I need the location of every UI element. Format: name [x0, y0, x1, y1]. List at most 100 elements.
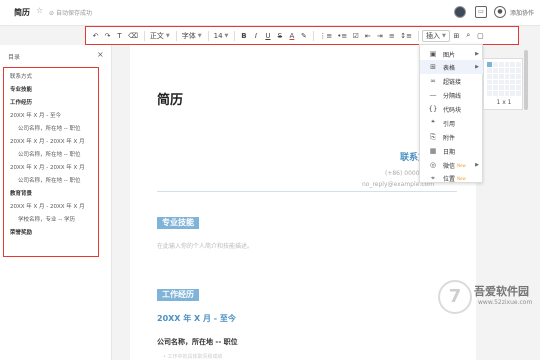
grid-cell[interactable] — [487, 85, 492, 91]
menu-item-code[interactable]: {} 代码块 — [420, 102, 484, 116]
work-company[interactable]: 公司名称，所在地 -- 职位 — [157, 337, 238, 347]
grid-cell[interactable] — [504, 79, 510, 85]
clear-format-icon[interactable]: ⌫ — [126, 29, 140, 42]
grid-cell[interactable] — [492, 91, 498, 96]
outline-item[interactable]: 20XX 年 X 月 - 20XX 年 X 月 — [10, 202, 85, 210]
grid-cell[interactable] — [498, 67, 504, 73]
document-title[interactable]: 简历 — [14, 7, 30, 18]
menu-item-link[interactable]: ∞ 超链接 — [420, 74, 484, 88]
grid-cell[interactable] — [498, 73, 504, 79]
comment-add-icon[interactable]: ▢ — [475, 29, 486, 42]
strikethrough-icon[interactable]: S — [274, 29, 285, 42]
menu-item-location[interactable]: ⌖ 位置 New — [420, 171, 484, 185]
embed-icon[interactable]: ⊞ — [451, 29, 462, 42]
grid-cell[interactable] — [516, 79, 521, 85]
grid-cell[interactable] — [504, 67, 510, 73]
font-family-select[interactable]: 字体 ▼ — [180, 29, 204, 42]
outline-item[interactable]: 教育背景 — [10, 189, 32, 197]
outline-item[interactable]: 20XX 年 X 月 - 20XX 年 X 月 — [10, 137, 85, 145]
grid-cell[interactable] — [498, 85, 504, 91]
comment-icon[interactable]: ▭ — [475, 6, 487, 18]
menu-item-wechat[interactable]: ◎ 微信 New ▶ — [420, 158, 484, 172]
bullet-list-icon[interactable]: •≡ — [335, 29, 349, 42]
menu-item-attachment[interactable]: ⎘ 附件 — [420, 130, 484, 144]
menu-item-quote[interactable]: ❝ 引用 — [420, 116, 484, 130]
outline-item[interactable]: 公司名称，所在地 -- 职位 — [18, 176, 80, 184]
outline-item[interactable]: 20XX 年 X 月 - 至今 — [10, 111, 61, 119]
grid-cell[interactable] — [516, 67, 521, 73]
bold-icon[interactable]: B — [238, 29, 249, 42]
grid-cell[interactable] — [492, 79, 498, 85]
undo-icon[interactable]: ↶ — [90, 29, 101, 42]
outline-item[interactable]: 荣誉奖励 — [10, 228, 32, 236]
grid-cell[interactable] — [504, 85, 510, 91]
skills-placeholder[interactable]: 在此输入你的个人简介和技能描述。 — [157, 241, 253, 250]
section-heading-skills[interactable]: 专业技能 — [157, 217, 199, 229]
line-height-icon[interactable]: ↕≡ — [398, 29, 414, 42]
font-size-select[interactable]: 14 ▼ — [212, 29, 231, 42]
grid-cell[interactable] — [516, 62, 521, 67]
checklist-icon[interactable]: ☑ — [350, 29, 361, 42]
menu-item-divider[interactable]: — 分隔线 — [420, 88, 484, 102]
grid-cell[interactable] — [492, 73, 498, 79]
find-icon[interactable]: ⌕ — [463, 29, 474, 42]
grid-cell[interactable] — [487, 79, 492, 85]
outline-title: 目录 — [8, 54, 21, 61]
grid-cell[interactable] — [510, 62, 516, 67]
insert-button[interactable]: 插入 ▼ — [422, 29, 450, 42]
underline-icon[interactable]: U — [262, 29, 273, 42]
highlight-icon[interactable]: ✎ — [298, 29, 309, 42]
outline-item[interactable]: 公司名称，所在地 -- 职位 — [18, 124, 80, 132]
grid-cell[interactable] — [487, 73, 492, 79]
grid-cell[interactable] — [510, 79, 516, 85]
indent-icon[interactable]: ⇥ — [374, 29, 385, 42]
grid-cell[interactable] — [492, 85, 498, 91]
menu-item-date[interactable]: ▦ 日期 — [420, 144, 484, 158]
grid-cell[interactable] — [487, 62, 492, 67]
grid-cell[interactable] — [492, 67, 498, 73]
grid-cell[interactable] — [510, 91, 516, 96]
grid-cell[interactable] — [498, 79, 504, 85]
outline-item[interactable]: 20XX 年 X 月 - 20XX 年 X 月 — [10, 163, 85, 171]
align-icon[interactable]: ≡ — [386, 29, 397, 42]
document-heading[interactable]: 简历 — [157, 89, 183, 108]
avatar[interactable] — [454, 6, 466, 18]
outline-item[interactable]: 工作经历 — [10, 98, 32, 106]
outline-item[interactable]: 联系方式 — [10, 72, 32, 80]
scrollbar[interactable] — [524, 50, 528, 110]
redo-icon[interactable]: ↷ — [102, 29, 113, 42]
work-detail[interactable]: • 工作中的具体职责和成绩 — [163, 353, 223, 360]
grid-cell[interactable] — [498, 62, 504, 67]
grid-cell[interactable] — [492, 62, 498, 67]
format-painter-icon[interactable]: T — [114, 29, 125, 42]
menu-item-table[interactable]: ⊞ 表格 ▶ — [420, 60, 484, 74]
outline-item[interactable]: 公司名称，所在地 -- 职位 — [18, 150, 80, 158]
close-icon[interactable]: × — [97, 50, 104, 59]
grid-cell[interactable] — [510, 85, 516, 91]
grid-cell[interactable] — [516, 91, 521, 96]
outdent-icon[interactable]: ⇤ — [362, 29, 373, 42]
section-heading-work[interactable]: 工作经历 — [157, 289, 199, 301]
outline-item[interactable]: 专业技能 — [10, 85, 32, 93]
grid-cell[interactable] — [510, 73, 516, 79]
grid-cell[interactable] — [498, 91, 504, 96]
ordered-list-icon[interactable]: ⋮≡ — [317, 29, 334, 42]
grid-cell[interactable] — [516, 85, 521, 91]
grid-cell[interactable] — [487, 67, 492, 73]
grid-cell[interactable] — [487, 91, 492, 96]
font-color-icon[interactable]: A — [286, 29, 297, 42]
paragraph-style-select[interactable]: 正文 ▼ — [148, 29, 172, 42]
add-collaborator-button[interactable]: 添加协作 — [510, 8, 534, 17]
settings-icon[interactable]: ● — [494, 6, 506, 18]
grid-cell[interactable] — [510, 67, 516, 73]
work-period[interactable]: 20XX 年 X 月 - 至今 — [157, 313, 236, 324]
grid-cell[interactable] — [504, 73, 510, 79]
grid-cell[interactable] — [504, 62, 510, 67]
italic-icon[interactable]: I — [250, 29, 261, 42]
grid-cell[interactable] — [504, 91, 510, 96]
menu-item-image[interactable]: ▣ 图片 ▶ — [420, 47, 484, 61]
table-grid[interactable] — [487, 62, 521, 96]
grid-cell[interactable] — [516, 73, 521, 79]
outline-item[interactable]: 学校名称，专业 -- 学历 — [18, 215, 75, 223]
star-icon[interactable]: ☆ — [36, 6, 43, 15]
